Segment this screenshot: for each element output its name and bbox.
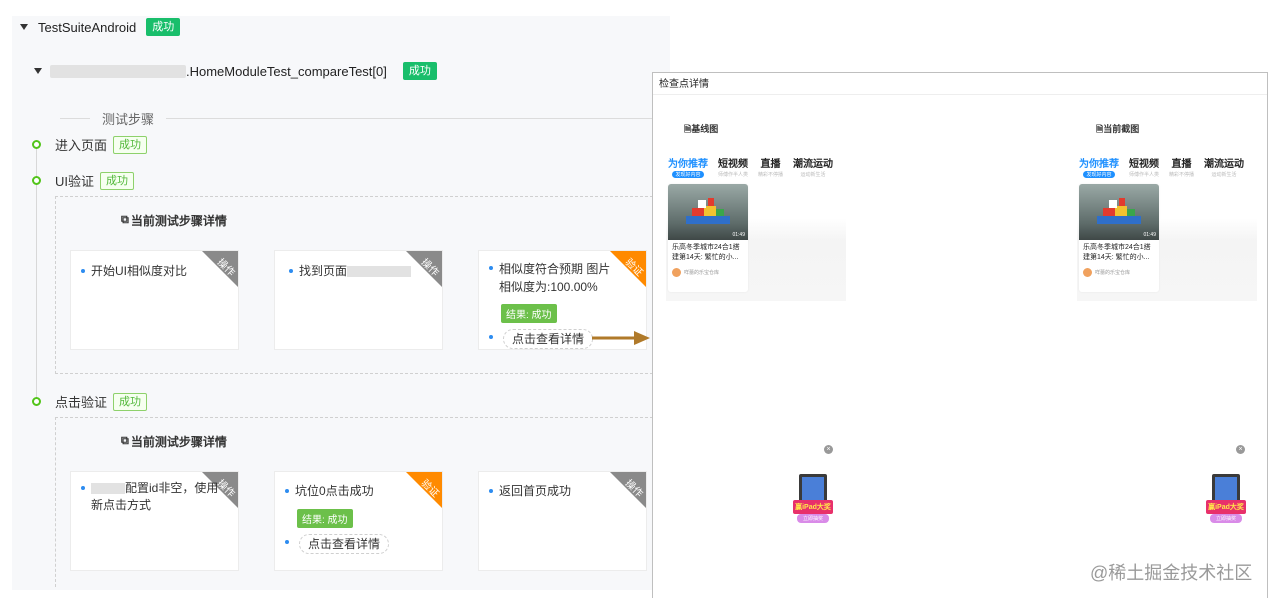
card-text: 相似度符合预期 图片相似度为:100.00% — [489, 260, 621, 296]
screenshot-tab-bar: 为你推荐 发现好内容 短视频 师傅作半人类 直播 精彩不停播 潮流运动 运动新生活 — [666, 151, 846, 178]
card-text: 返回首页成功 — [489, 483, 621, 499]
test-case-row[interactable]: .HomeModuleTest_compareTest[0] 成功 — [34, 62, 437, 80]
suite-row[interactable]: TestSuiteAndroid 成功 — [20, 18, 181, 36]
video-thumbnail: 01:49 — [1079, 184, 1159, 240]
test-status-badge: 成功 — [402, 62, 437, 80]
checkpoint-title: 检查点详情 — [653, 73, 1267, 95]
step-card-start-ui-compare[interactable]: 操作 开始UI相似度对比 — [70, 250, 239, 350]
detail-link-row: 点击查看详情 — [489, 329, 594, 349]
current-label-row: 🗎当前截图 — [1096, 122, 1139, 138]
view-detail-link[interactable]: 点击查看详情 — [299, 534, 390, 554]
current-label: 当前截图 — [1103, 124, 1140, 134]
promo-text: 赢iPad大奖 — [795, 504, 831, 511]
result-badge: 结果: 成功 — [297, 509, 353, 528]
step-status-badge: 成功 — [113, 135, 148, 154]
steps-label: 测试步骤 — [102, 112, 155, 127]
feed-author-row: 咩蕾的乐宝仓库 — [668, 263, 748, 277]
baseline-screenshot[interactable]: 为你推荐 发现好内容 短视频 师傅作半人类 直播 精彩不停播 潮流运动 运动新生活 01… — [666, 151, 846, 301]
redacted-package-name — [50, 64, 186, 78]
feed-card: 01:49 乐高冬季城市24合1搭建第14天: 繁忙的小... 咩蕾的乐宝仓库 — [668, 184, 748, 292]
shot-tab-live: 直播 精彩不停播 — [1169, 159, 1195, 178]
view-detail-link[interactable]: 点击查看详情 — [503, 329, 594, 349]
timeline-dot-icon — [32, 176, 41, 185]
promo-button: 立即抽奖 — [802, 516, 823, 522]
promo-widget-current[interactable]: 赢iPad大奖 立即抽奖 — [1204, 472, 1248, 524]
shot-tab-short-video: 短视频 师傅作半人类 — [1129, 159, 1160, 178]
click-verify-detail-title: ⧉ 当前测试步骤详情 — [121, 435, 227, 449]
feed-author: 咩蕾的乐宝仓库 — [684, 270, 720, 276]
timeline-dot-icon — [32, 140, 41, 149]
feed-title: 乐高冬季城市24合1搭建第14天: 繁忙的小... — [672, 244, 740, 261]
step-click-verify[interactable]: 点击验证 成功 — [32, 392, 148, 411]
baseline-label: 基线图 — [691, 124, 719, 134]
video-duration: 01:49 — [732, 232, 745, 238]
shot-tab-sports: 潮流运动 运动新生活 — [793, 159, 834, 178]
steps-divider: 测试步骤 — [60, 109, 660, 128]
card-text: 坑位0点击成功 — [285, 483, 417, 499]
shot-tab-live: 直播 精彩不停播 — [758, 159, 784, 178]
redacted-text — [91, 483, 125, 495]
detail-link-row: 点击查看详情 — [285, 534, 390, 554]
suite-status-badge: 成功 — [146, 18, 181, 36]
divider-line — [166, 118, 660, 119]
card-text: 找到页面 — [299, 264, 348, 278]
step-status-badge: 成功 — [100, 171, 135, 190]
shot-tab-sports: 潮流运动 运动新生活 — [1204, 159, 1245, 178]
close-icon[interactable]: × — [1236, 445, 1245, 454]
step-label: UI验证 — [55, 174, 95, 189]
feed-author: 咩蕾的乐宝仓库 — [1095, 270, 1131, 276]
link-icon: ⧉ — [121, 435, 129, 447]
screenshot-tab-bar: 为你推荐 发现好内容 短视频 师傅作半人类 直播 精彩不停播 潮流运动 运动新生活 — [1077, 151, 1257, 178]
feed-title: 乐高冬季城市24合1搭建第14天: 繁忙的小... — [1083, 244, 1151, 261]
feed-card: 01:49 乐高冬季城市24合1搭建第14天: 繁忙的小... 咩蕾的乐宝仓库 — [1079, 184, 1159, 292]
card-text-row: 找到页面 — [289, 263, 429, 279]
test-case-name: .HomeModuleTest_compareTest[0] — [186, 63, 387, 79]
video-thumbnail: 01:49 — [668, 184, 748, 240]
step-label: 点击验证 — [55, 395, 108, 410]
avatar — [1083, 268, 1092, 277]
divider-line — [60, 118, 90, 119]
arrow-right-icon — [592, 331, 650, 345]
shot-tab-short-video: 短视频 师傅作半人类 — [718, 159, 749, 178]
step-card-config-id[interactable]: 操作 配置id非空，使用新点击方式 — [70, 471, 239, 571]
step-label: 进入页面 — [55, 138, 108, 153]
shot-tab-recommend: 为你推荐 发现好内容 — [1079, 159, 1119, 178]
collapse-triangle-icon[interactable] — [20, 24, 28, 30]
avatar — [672, 268, 681, 277]
close-icon[interactable]: × — [824, 445, 833, 454]
video-duration: 01:49 — [1143, 232, 1156, 238]
step-status-badge: 成功 — [113, 392, 148, 411]
promo-button: 立即抽奖 — [1215, 516, 1236, 522]
card-text: 开始UI相似度对比 — [81, 263, 221, 279]
collapse-triangle-icon[interactable] — [34, 68, 42, 74]
result-badge: 结果: 成功 — [501, 304, 557, 323]
promo-text: 赢iPad大奖 — [1208, 504, 1244, 511]
redacted-text — [347, 266, 412, 278]
ui-verify-detail-title: ⧉ 当前测试步骤详情 — [121, 214, 227, 228]
baseline-label-row: 🗎基线图 — [684, 122, 718, 138]
step-card-slot-click[interactable]: 验证 坑位0点击成功 结果: 成功 点击查看详情 — [274, 471, 443, 571]
promo-widget-baseline[interactable]: 赢iPad大奖 立即抽奖 — [791, 472, 835, 524]
timeline-dot-icon — [32, 397, 41, 406]
shot-tab-recommend: 为你推荐 发现好内容 — [668, 159, 708, 178]
step-ui-verify[interactable]: UI验证 成功 — [32, 171, 135, 190]
link-icon: ⧉ — [121, 214, 129, 226]
feed-author-row: 咩蕾的乐宝仓库 — [1079, 263, 1159, 277]
current-screenshot[interactable]: 为你推荐 发现好内容 短视频 师傅作半人类 直播 精彩不停播 潮流运动 运动新生活 01… — [1077, 151, 1257, 301]
suite-name: TestSuiteAndroid — [38, 19, 137, 35]
step-card-return-home[interactable]: 操作 返回首页成功 — [478, 471, 647, 571]
watermark: @稀土掘金技术社区 — [1090, 563, 1253, 583]
step-enter-page[interactable]: 进入页面 成功 — [32, 135, 148, 154]
card-text-row: 配置id非空，使用新点击方式 — [81, 480, 227, 514]
step-card-find-page[interactable]: 操作 找到页面 — [274, 250, 443, 350]
